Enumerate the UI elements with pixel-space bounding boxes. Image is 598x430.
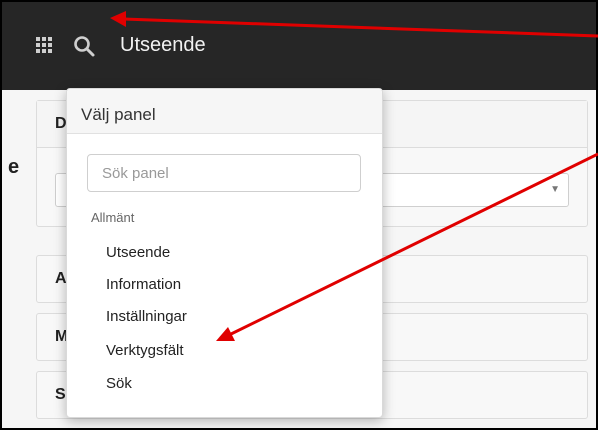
menu-item-utseende[interactable]: Utseende [106,244,170,261]
top-bar: Utseende [2,2,596,90]
grid-icon[interactable] [36,37,54,55]
panel-title: D [55,115,67,132]
panel-title: A [55,270,67,287]
dropdown-header: Välj panel [67,89,382,134]
panel-picker-dropdown: Välj panel Allmänt Utseende Information … [66,88,383,418]
panel-title: S [55,386,66,403]
side-text-fragment: e [8,156,20,178]
page-title: Utseende [120,34,206,56]
chevron-down-icon: ▼ [550,184,560,195]
app-frame: Utseende D ▼ A M S e Välj panel Allmänt … [0,0,598,430]
dropdown-title: Välj panel [81,105,156,124]
panel-search-input[interactable] [87,154,361,192]
search-icon[interactable] [72,34,96,58]
group-label: Allmänt [91,210,135,225]
menu-item-information[interactable]: Information [106,276,181,293]
menu-item-installningar[interactable]: Inställningar [106,308,187,325]
menu-item-verktygsfalt[interactable]: Verktygsfält [106,342,184,359]
menu-item-sok[interactable]: Sök [106,375,132,392]
